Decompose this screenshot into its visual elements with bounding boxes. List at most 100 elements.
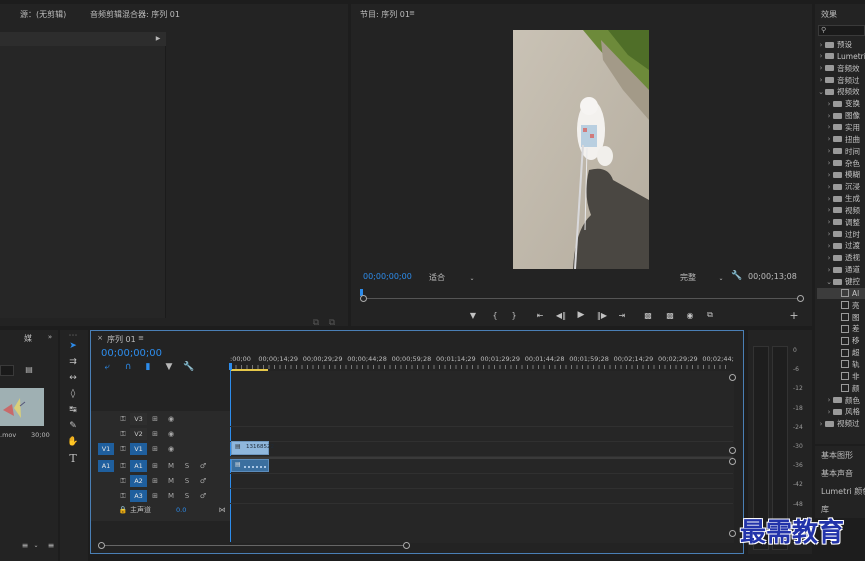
effects-item[interactable]: › 颜色	[817, 395, 865, 406]
effects-item[interactable]: › Lumetri	[817, 51, 865, 62]
scroll-handle[interactable]	[729, 447, 736, 454]
effects-item[interactable]: › 杂色	[817, 158, 865, 169]
chevron-down-icon[interactable]: ⌄	[825, 278, 833, 286]
effects-item[interactable]: › 实用	[817, 122, 865, 133]
lock-icon[interactable]: ⚿	[118, 475, 128, 487]
insert-icon[interactable]: ⧉	[326, 318, 338, 326]
track-target-toggle[interactable]: V2	[130, 428, 147, 440]
effects-item[interactable]: › 变换	[817, 98, 865, 109]
nest-toggle-icon[interactable]: ⤶	[102, 362, 112, 372]
add-marker-icon[interactable]: ▼	[164, 362, 174, 372]
menu-icon[interactable]: ≡	[137, 334, 145, 343]
track-target-toggle[interactable]: V3	[130, 413, 147, 425]
time-ruler[interactable]: :00;00 00;00;14;29 00;00;29;29 00;00;44;28 0…	[230, 352, 734, 372]
solo-button[interactable]: S	[182, 460, 192, 472]
track-target-toggle[interactable]: V1	[130, 443, 147, 455]
scroll-handle[interactable]	[729, 374, 736, 381]
wrench-icon[interactable]: 🔧	[731, 271, 742, 281]
chevron-right-icon[interactable]: ›	[825, 171, 833, 179]
fit-dropdown[interactable]: 适合 ⌄	[429, 272, 475, 283]
effects-item[interactable]: › 视频过	[817, 418, 865, 429]
video-clip[interactable]: ▤ 13168522	[231, 441, 274, 455]
effects-item[interactable]: › 过时	[817, 229, 865, 240]
effects-item[interactable]: › 过渡	[817, 240, 865, 251]
essential-sound-panel[interactable]: 基本声音	[815, 464, 865, 482]
quality-dropdown[interactable]: 完整 ⌄	[680, 272, 724, 283]
mute-button[interactable]: M	[166, 460, 176, 472]
project-search-input[interactable]	[0, 365, 14, 376]
menu-icon[interactable]: ≡	[408, 9, 416, 18]
horizontal-scrollbar[interactable]	[101, 545, 406, 546]
chevron-down-icon[interactable]: ⌄	[817, 88, 825, 96]
go-to-in-icon[interactable]: ⇤	[534, 309, 546, 321]
lock-icon[interactable]: ⚿	[118, 428, 128, 440]
chevron-down-icon[interactable]: ⌄	[32, 541, 40, 551]
chevron-right-icon[interactable]: ›	[825, 254, 833, 262]
scrub-handle-right[interactable]	[797, 295, 804, 302]
chevron-right-icon[interactable]: ›	[825, 147, 833, 155]
camera-icon[interactable]: ◉	[684, 309, 696, 321]
sync-lock-icon[interactable]: ⊞	[150, 413, 160, 425]
eye-icon[interactable]: ◉	[166, 413, 176, 425]
lock-icon[interactable]: ⚿	[118, 490, 128, 502]
effects-item[interactable]: 图	[817, 312, 865, 323]
scroll-handle[interactable]	[98, 542, 105, 549]
play-icon[interactable]: ▶	[575, 309, 587, 321]
essential-graphics-panel[interactable]: 基本图形	[815, 446, 865, 464]
sync-lock-icon[interactable]: ⊞	[150, 460, 160, 472]
effects-item[interactable]: 颜	[817, 383, 865, 394]
chevron-right-icon[interactable]: ›	[817, 41, 825, 49]
effects-item[interactable]: ⌄ 键控	[817, 276, 865, 287]
chevron-right-icon[interactable]: ›	[825, 195, 833, 203]
chevron-right-icon[interactable]: ›	[825, 100, 833, 108]
sync-lock-icon[interactable]: ⊞	[150, 490, 160, 502]
chevron-right-icon[interactable]: ›	[825, 408, 833, 416]
add-button-icon[interactable]: +	[788, 309, 800, 322]
new-bin-icon[interactable]: ▤	[24, 365, 34, 375]
mute-button[interactable]: M	[166, 490, 176, 502]
chevron-right-icon[interactable]: ›	[825, 206, 833, 214]
microphone-icon[interactable]: ♂	[198, 490, 208, 502]
scroll-handle[interactable]	[729, 458, 736, 465]
tab-effects[interactable]: 效果	[821, 9, 837, 20]
source-patch-toggle[interactable]: V1	[98, 443, 114, 455]
lock-icon[interactable]: 🔒	[118, 504, 128, 516]
effects-item[interactable]: 亮	[817, 300, 865, 311]
chevron-right-icon[interactable]: ›	[825, 112, 833, 120]
effects-item[interactable]: › 风格	[817, 406, 865, 417]
lock-icon[interactable]: ⚿	[118, 460, 128, 472]
slip-tool-icon[interactable]: ↹	[66, 403, 80, 417]
mark-in-icon[interactable]: {	[489, 309, 501, 321]
tab-audio-clip-mixer[interactable]: 音频剪辑混合器: 序列 01	[90, 9, 180, 20]
step-forward-icon[interactable]: ‖▶	[596, 309, 608, 321]
solo-button[interactable]: S	[182, 475, 192, 487]
audio-clip[interactable]: ▤	[231, 459, 269, 472]
effects-item[interactable]: › 生成	[817, 193, 865, 204]
triangle-right-icon[interactable]: ▶	[154, 34, 162, 44]
go-to-out-icon[interactable]: ⇥	[616, 309, 628, 321]
effects-item[interactable]: › 预设	[817, 39, 865, 50]
effects-item[interactable]: › 音频效	[817, 63, 865, 74]
effects-item[interactable]: › 音频过	[817, 75, 865, 86]
work-area-bar[interactable]	[230, 369, 268, 371]
effects-item[interactable]: › 时间	[817, 146, 865, 157]
track-select-tool-icon[interactable]: ⇉	[66, 355, 80, 369]
scrub-bar[interactable]	[363, 298, 803, 299]
effects-item[interactable]: Al	[817, 287, 865, 299]
scroll-handle[interactable]	[729, 530, 736, 537]
mute-button[interactable]: M	[166, 475, 176, 487]
more-panels-icon[interactable]: »	[46, 333, 54, 342]
chevron-right-icon[interactable]: ›	[817, 64, 825, 72]
playhead-marker[interactable]	[229, 363, 232, 370]
effects-item[interactable]: › 图像	[817, 110, 865, 121]
mark-out-icon[interactable]: }	[508, 309, 520, 321]
chevron-right-icon[interactable]: ›	[825, 159, 833, 167]
effects-item[interactable]: › 模糊	[817, 169, 865, 180]
effects-item[interactable]: › 透视	[817, 252, 865, 263]
clip-thumbnail[interactable]	[0, 388, 44, 426]
close-icon[interactable]: ×	[96, 334, 104, 343]
effects-item[interactable]: ⌄ 视频效	[817, 86, 865, 97]
sync-lock-icon[interactable]: ⊞	[150, 475, 160, 487]
chevron-right-icon[interactable]: ›	[825, 230, 833, 238]
scroll-handle[interactable]	[403, 542, 410, 549]
